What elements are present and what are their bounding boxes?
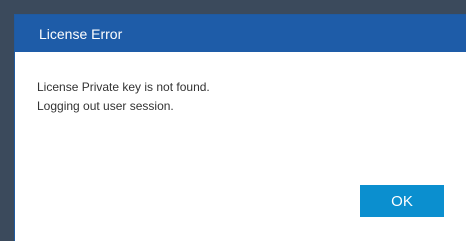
license-error-dialog: License Error License Private key is not… xyxy=(14,14,466,241)
message-line-2: Logging out user session. xyxy=(37,99,174,113)
ok-button[interactable]: OK xyxy=(360,185,444,217)
dialog-body: License Private key is not found. Loggin… xyxy=(15,52,466,116)
dialog-titlebar: License Error xyxy=(15,15,466,52)
message-line-1: License Private key is not found. xyxy=(37,80,210,94)
dialog-title: License Error xyxy=(39,25,123,42)
